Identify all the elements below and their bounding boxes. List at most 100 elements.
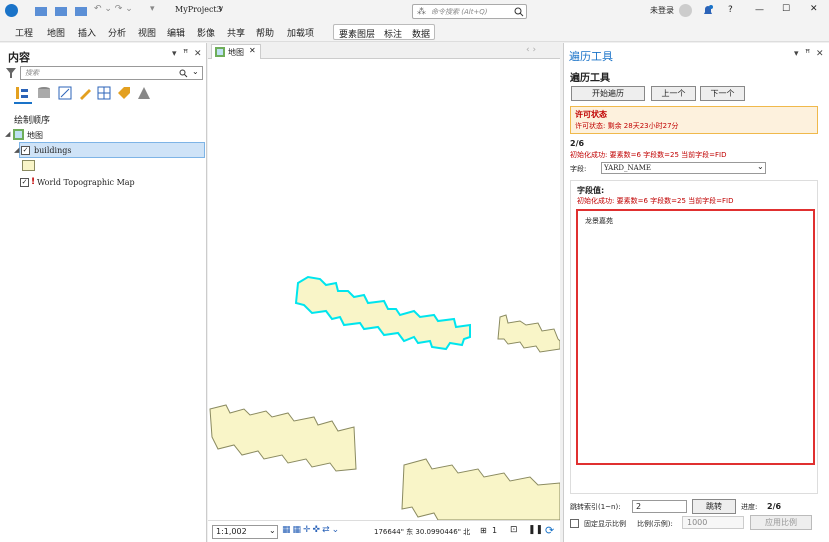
customize-icon[interactable]: ▾ [150,4,155,14]
coordinates-readout: 176644" 东 30.0990446" 北 [374,528,471,536]
maximize-button[interactable]: ☐ [782,4,790,14]
refresh-icon[interactable]: ⟳ [545,524,554,537]
context-tab-group: 要素图层 标注 数据 [333,24,435,40]
tab-help[interactable]: 帮助 [256,26,274,39]
save-project-icon[interactable] [74,5,88,17]
refresh-options-icon[interactable]: ⊡ [510,525,518,535]
pane-menu-icon[interactable]: ▾ [172,49,177,59]
minimize-button[interactable]: — [755,5,764,15]
pin-icon[interactable]: ꟸ [183,49,188,59]
map-nav-tools-icon[interactable]: ▦▦✛✜⇄⌄ [282,525,341,535]
basemap-layer-name[interactable]: World Topographic Map [37,178,135,187]
fix-scale-label: 固定显示比例 [584,520,626,528]
pane-menu-icon[interactable]: ▾ [794,49,799,59]
list-by-perspective-icon[interactable] [137,86,151,100]
previous-button[interactable]: 上一个 [651,86,696,101]
field-value-text: 龙景嘉苑 [585,217,613,225]
jump-index-value: 2 [636,502,642,511]
selected-building-feature [294,275,471,351]
open-project-icon[interactable] [54,5,68,17]
layer-symbol-swatch[interactable] [22,160,35,171]
active-view-underline [14,102,32,104]
tab-insert[interactable]: 插入 [78,26,96,39]
expand-map-icon[interactable]: ◢ [5,130,10,138]
tab-analysis[interactable]: 分析 [108,26,126,39]
map-status-bar: 1:1,002 ⌄ ▦▦✛✜⇄⌄ 176644" 东 30.0990446" 北… [208,520,560,542]
field-value-textbox[interactable]: 龙景嘉苑 [576,209,815,465]
map-tab-close-icon[interactable]: ✕ [249,46,256,55]
ribbon-tabs: 工程 地图 插入 分析 视图 编辑 影像 共享 帮助 加载项 要素图层 标注 数… [0,22,829,42]
scale-value: 1:1,002 [216,527,247,536]
pause-drawing-icon[interactable]: ❚❚ [528,525,543,535]
new-project-icon[interactable] [34,5,48,17]
tab-share[interactable]: 共享 [227,26,245,39]
map-icon [13,129,24,140]
close-window-button[interactable]: ✕ [810,4,818,14]
field-value-section: 字段值: 初始化成功: 要素数=6 字段数=25 当前字段=FID 龙景嘉苑 [570,180,818,494]
command-search-placeholder: 命令搜索 (Alt+Q) [431,8,488,16]
scale-example-label: 比例(示例): [637,520,673,528]
map-tab-bar: 地图 ✕ ‹ › [208,43,560,59]
layer-row-buildings[interactable]: ◢ ✓ buildings [14,142,205,158]
list-by-labeling-icon[interactable] [117,86,131,100]
chevron-down-icon: ⌄ [269,526,276,535]
avatar[interactable] [679,4,692,17]
tab-addins[interactable]: 加载项 [287,26,314,39]
contents-title: 内容 [8,51,30,64]
tab-scroll-icon[interactable]: ‹ › [526,45,536,55]
map-canvas[interactable] [208,59,560,520]
building-feature [401,458,560,520]
scale-select[interactable]: 1:1,002 ⌄ [212,525,278,539]
undo-icon[interactable]: ↶ ⌄ ↷ ⌄ [94,4,133,14]
field-select-value: YARD_NAME [604,164,651,172]
warning-icon: ! [31,177,36,187]
map-features [209,275,560,520]
list-by-snapping-icon[interactable] [97,86,111,100]
scale-example-input[interactable]: 1000 [682,516,744,529]
map-item-label[interactable]: 地图 [27,130,43,141]
command-search-input[interactable]: ⁂ 命令搜索 (Alt+Q) [412,4,527,19]
jump-button[interactable]: 跳转 [692,499,736,514]
search-options-icon[interactable]: ⌄ [192,67,199,76]
fix-scale-checkbox[interactable] [570,519,579,528]
filter-icon[interactable] [6,68,16,78]
contents-search-input[interactable]: 搜索 ⌄ [20,66,203,80]
project-dropdown-icon[interactable]: ∨ [218,4,224,13]
tab-data[interactable]: 数据 [412,27,430,40]
tab-imagery[interactable]: 影像 [197,26,215,39]
init-message-2: 初始化成功: 要素数=6 字段数=25 当前字段=FID [577,197,734,205]
contents-search-placeholder: 搜索 [25,69,39,77]
tab-edit[interactable]: 编辑 [167,26,185,39]
tab-map[interactable]: 地图 [47,26,65,39]
layer-visibility-checkbox[interactable]: ✓ [21,146,30,155]
close-pane-button[interactable]: ✕ [194,49,202,59]
tab-view[interactable]: 视图 [138,26,156,39]
list-by-source-icon[interactable] [37,86,51,100]
help-button[interactable]: ? [728,5,733,15]
start-traverse-button[interactable]: 开始遍历 [571,86,645,101]
search-icon[interactable] [179,69,188,78]
apply-scale-button[interactable]: 应用比例 [750,515,812,530]
expand-layer-icon[interactable]: ◢ [14,146,19,154]
jump-index-input[interactable]: 2 [632,500,687,513]
tool-heading: 遍历工具 [570,73,610,84]
map-tab[interactable]: 地图 ✕ [211,44,261,59]
field-label: 字段: [570,165,587,173]
selected-features-icon[interactable]: ⊞ [480,526,487,535]
next-button[interactable]: 下一个 [700,86,745,101]
list-by-selection-icon[interactable] [58,86,72,100]
basemap-visibility-checkbox[interactable]: ✓ [20,178,29,187]
close-pane-button[interactable]: ✕ [816,49,824,59]
pin-icon[interactable]: ꟸ [805,49,810,59]
list-by-editing-icon[interactable] [78,86,92,100]
tab-project[interactable]: 工程 [15,26,33,39]
login-status[interactable]: 未登录 [650,5,674,16]
app-logo-icon [5,4,18,17]
field-select[interactable]: YARD_NAME ⌄ [601,162,766,174]
tab-labeling[interactable]: 标注 [384,27,402,40]
list-by-drawing-order-icon[interactable] [15,86,29,100]
search-icon[interactable] [514,7,524,17]
tab-feature-layer[interactable]: 要素图层 [339,27,375,40]
notification-bell-icon[interactable] [702,4,714,17]
layer-name[interactable]: buildings [34,146,71,155]
